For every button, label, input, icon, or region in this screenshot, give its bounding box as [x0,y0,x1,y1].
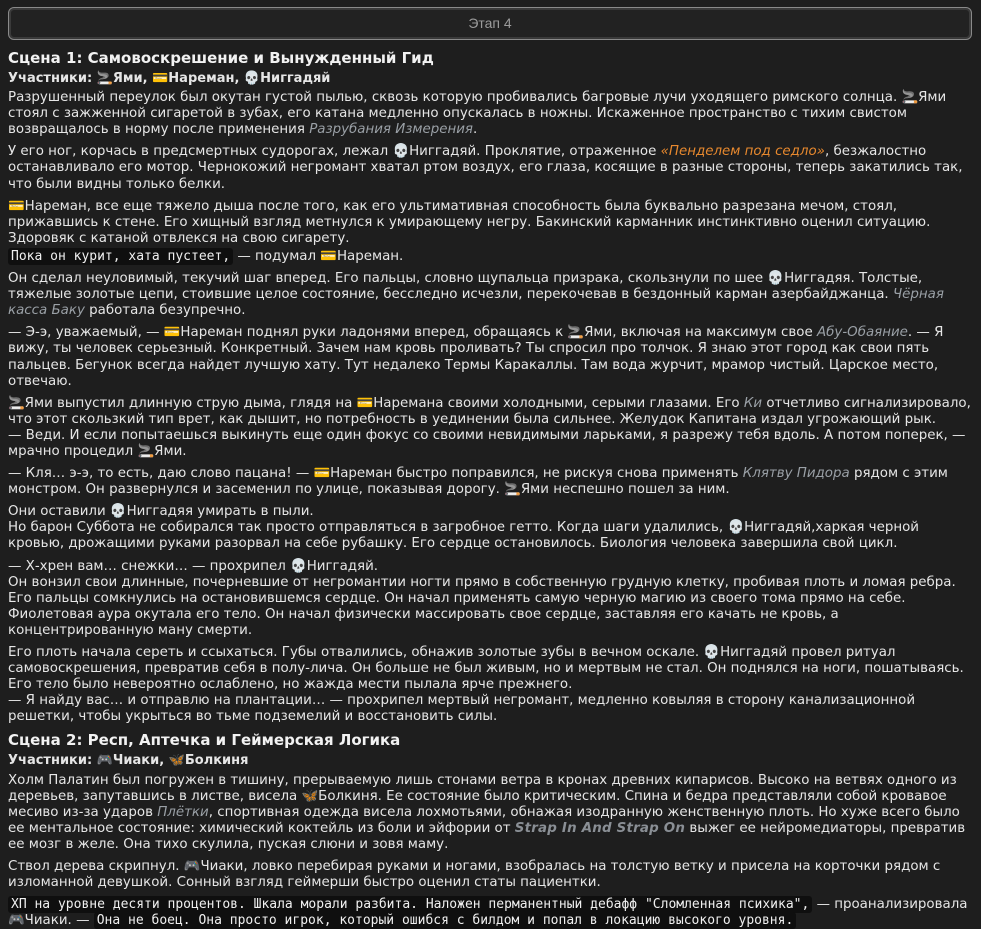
paragraph: У его ног, корчась в предсмертных судоро… [8,144,963,192]
members-label: Участники: [8,71,93,86]
paragraph: ХП на уровне десяти процентов. Шкала мор… [8,896,968,929]
scene-1-title: Сцена 1: Самовоскрешение и Вынужденный Г… [8,49,434,67]
paragraph: — Я найду вас… и отправлю на плантации… … [8,693,916,725]
stage-header[interactable]: Этап 4 [8,7,972,40]
members-list: 🎮Чиаки, 🦋Болкиня [96,753,249,769]
scene-1-members: Участники: 🚬Ями, 💳Нареман, 💀Ниггадяй [8,71,972,87]
page: Этап 4 Сцена 1: Самовоскрешение и Вынужд… [0,0,981,929]
scene-2-members: Участники: 🎮Чиаки, 🦋Болкиня [8,753,972,769]
thought-code: Она не боец. Она просто игрок, который о… [93,912,797,929]
paragraph: Они оставили 💀Ниггадяя умирать в пыли. [8,504,314,520]
paragraph: — Э-э, уважаемый, — 💳Нареман поднял руки… [8,325,944,389]
paragraph: Он сделал неуловимый, текучий шаг вперед… [8,271,944,319]
skill-reference: Плётки [157,804,209,820]
members-label: Участники: [8,753,93,769]
skill-reference: «Пенделем под седло» [660,144,825,160]
paragraph: Пока он курит, хата пустеет, — подумал 💳… [8,247,972,265]
scene-2-title: Сцена 2: Респ, Аптечка и Геймерская Логи… [8,731,401,750]
paragraph: Холм Палатин был погружен в тишину, прер… [8,772,966,852]
skill-reference: Ки [743,395,763,411]
members-list: 🚬Ями, 💳Нареман, 💀Ниггадяй [96,71,331,86]
paragraph: Он вонзил свои длинные, почерневшие от н… [8,574,956,638]
paragraph: Но барон Суббота не собирался так просто… [8,520,919,552]
skill-reference: Разрубания Измерения [309,122,473,138]
paragraph: Ствол дерева скрипнул. 🎮Чиаки, ловко пер… [8,859,941,891]
paragraph: — Веди. И если попытаешься выкинуть еще … [8,427,966,459]
thought-code: ХП на уровне десяти процентов. Шкала мор… [8,896,813,914]
skill-reference: Абу-Обаяние [816,325,908,341]
paragraph: 🚬Ями выпустил длинную струю дыма, глядя … [8,395,971,427]
paragraph: 💳Нареман, все еще тяжело дыша после того… [8,198,931,246]
paragraph: Разрушенный переулок был окутан густой п… [8,90,947,138]
skill-reference: Клятву Пидора [742,466,850,482]
paragraph: — Кля… э-э, то есть, даю слово пацана! —… [8,466,948,498]
skill-reference: Strap In And Strap On [514,820,686,836]
thought-code: Пока он курит, хата пустеет, [8,247,234,265]
paragraph: Его плоть начала сереть и ссыхаться. Губ… [8,645,964,693]
stage-label: Этап 4 [468,15,512,32]
paragraph: — Х-хрен вам… снежки… — прохрипел 💀Нигга… [8,558,379,574]
